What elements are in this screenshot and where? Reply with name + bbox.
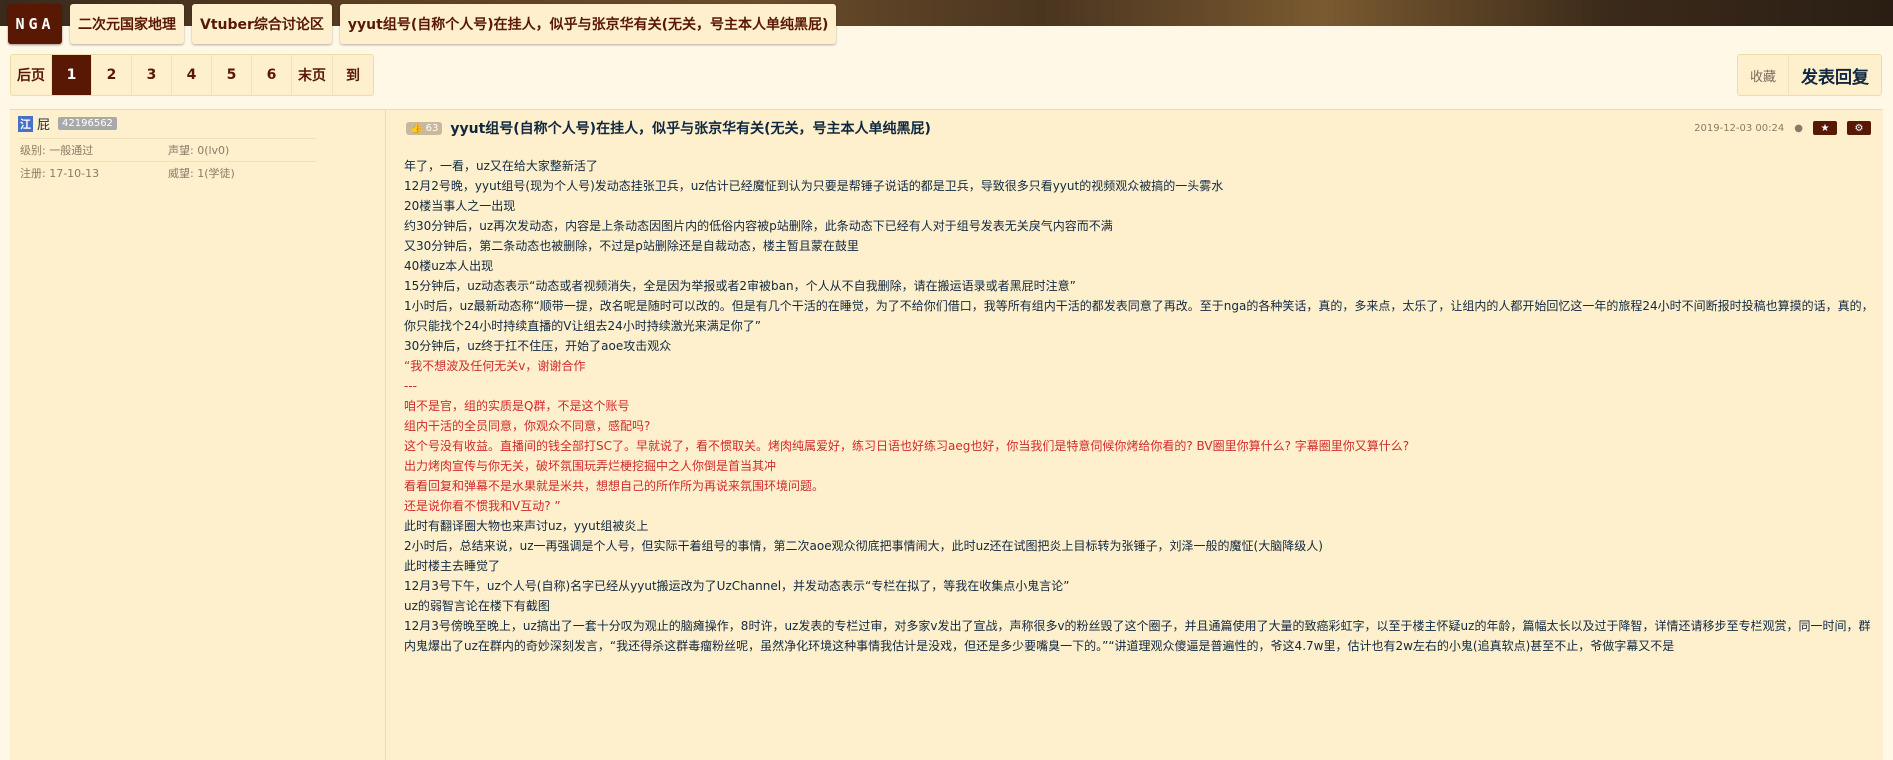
user-reputation: 声望: 0(lv0): [168, 144, 230, 157]
breadcrumb: NGA 二次元国家地理 Vtuber综合讨论区 yyut组号(自称个人号)在挂人…: [8, 4, 837, 44]
pager-page-3[interactable]: 3: [132, 55, 172, 95]
pager-page-4[interactable]: 4: [172, 55, 212, 95]
user-header: 江 屁 42196562: [18, 114, 117, 133]
user-level: 级别: 一般通过: [20, 144, 94, 157]
post-container: 江 屁 42196562 级别: 一般通过 声望: 0(lv0) 注册: 17-…: [10, 109, 1883, 760]
user-register-date: 注册: 17-10-13: [20, 167, 100, 180]
star-icon[interactable]: ★: [1813, 121, 1837, 135]
like-button[interactable]: 👍 63: [406, 121, 443, 135]
pager-last-button[interactable]: 末页: [292, 55, 333, 95]
post-text-line: 40楼uz本人出现: [404, 259, 494, 273]
like-count: 63: [425, 122, 439, 134]
post-text-line: 看看回复和弹幕不是水果就是米共，想想自己的所作所为再说来氛围环境问题。: [404, 479, 825, 493]
pager-prev-button[interactable]: 后页: [11, 55, 52, 95]
post-text-line: 20楼当事人之一出现: [404, 199, 516, 213]
post-text-line: 1小时后，uz最新动态称“顺带一提，改名呢是随时可以改的。但是有几个干活的在睡觉…: [404, 299, 1874, 333]
post-text-line: 此时有翻译圈大物也来声讨uz，yyut组被炎上: [404, 519, 649, 533]
post-text-line: 30分钟后，uz终于扛不住压，开始了aoe攻击观众: [404, 339, 672, 353]
user-stats-row: 注册: 17-10-13 威望: 1(学徒): [20, 161, 316, 184]
post-text-line: 12月2号晚，yyut组号(现为个人号)发动态挂张卫兵，uz估计已经魔怔到认为只…: [404, 179, 1224, 193]
post-text-line: 组内干活的全员同意，你观众不同意，感配吗?: [404, 419, 651, 433]
pager-page-1[interactable]: 1: [52, 55, 92, 95]
post-time: 2019-12-03 00:24: [1694, 122, 1785, 134]
post-title: yyut组号(自称个人号)在挂人，似乎与张京华有关(无关，号主本人单纯黑屁): [450, 121, 931, 137]
post-text-line: 出力烤肉宣传与你无关，破坏氛围玩弄烂梗挖掘中之人你倒是首当其冲: [404, 459, 777, 473]
post-text-line: 2小时后，总结来说，uz一再强调是个人号，但实际干着组号的事情，第二次aoe观众…: [404, 539, 1323, 553]
breadcrumb-thread-title[interactable]: yyut组号(自称个人号)在挂人，似乎与张京华有关(无关，号主本人单纯黑屁): [339, 4, 837, 44]
breadcrumb-forum-geo[interactable]: 二次元国家地理: [70, 4, 184, 44]
thread-actions: 收藏 发表回复: [1736, 54, 1882, 96]
reply-button[interactable]: 发表回复: [1789, 55, 1881, 95]
user-stats: 级别: 一般通过 声望: 0(lv0) 注册: 17-10-13 威望: 1(学…: [20, 138, 316, 184]
pager-goto-button[interactable]: 到: [333, 55, 373, 95]
post-header: 👍 63 yyut组号(自称个人号)在挂人，似乎与张京华有关(无关，号主本人单纯…: [406, 116, 1883, 140]
username-link[interactable]: 屁: [37, 114, 50, 133]
breadcrumb-forum-vtuber[interactable]: Vtuber综合讨论区: [192, 4, 332, 44]
ghost-icon[interactable]: ●: [1794, 123, 1803, 134]
pager-page-5[interactable]: 5: [212, 55, 252, 95]
pager-page-2[interactable]: 2: [92, 55, 132, 95]
user-id: 42196562: [58, 117, 117, 130]
post-body: 年了，一看，uz又在给大家整新活了 12月2号晚，yyut组号(现为个人号)发动态…: [404, 156, 1875, 656]
gear-icon[interactable]: ⚙: [1847, 121, 1871, 135]
post-text-line: 年了，一看，uz又在给大家整新活了: [404, 159, 598, 173]
post-text-line: 12月3号傍晚至晚上，uz搞出了一套十分叹为观止的脑瘫操作，8时许，uz发表的专…: [404, 619, 1871, 653]
user-prestige: 威望: 1(学徒): [168, 167, 235, 180]
post-text-line: 约30分钟后，uz再次发动态，内容是上条动态因图片内的低俗内容被p站删除，此条动…: [404, 219, 1113, 233]
post-text-line: ---: [404, 379, 417, 393]
post-meta: 2019-12-03 00:24 ● ★ ⚙: [1694, 116, 1871, 140]
pager-page-6[interactable]: 6: [252, 55, 292, 95]
post-text-line: 15分钟后，uz动态表示“动态或者视频消失，全是因为举报或者2审被ban，个人从…: [404, 279, 1076, 293]
post-text-line: 咱不是官，组的实质是Q群，不是这个账号: [404, 399, 630, 413]
post-text-line: 此时楼主去睡觉了: [404, 559, 501, 573]
post-text-line: 又30分钟后，第二条动态也被删除，不过是p站删除还是自裁动态，楼主暂且蒙在鼓里: [404, 239, 859, 253]
post-text-line: 12月3号下午，uz个人号(自称)名字已经从yyut搬运改为了UzChannel…: [404, 579, 1070, 593]
user-stats-row: 级别: 一般通过 声望: 0(lv0): [20, 138, 316, 161]
user-badge: 江: [18, 115, 33, 132]
user-info-panel: 江 屁 42196562 级别: 一般通过 声望: 0(lv0) 注册: 17-…: [10, 110, 386, 760]
post-text-line: “我不想波及任何无关v，谢谢合作: [404, 359, 586, 373]
pagination: 后页 1 2 3 4 5 6 末页 到: [10, 54, 374, 96]
nga-logo[interactable]: NGA: [8, 4, 62, 44]
post-text-line: uz的弱智言论在楼下有截图: [404, 599, 550, 613]
post-content-area: 👍 63 yyut组号(自称个人号)在挂人，似乎与张京华有关(无关，号主本人单纯…: [394, 110, 1883, 760]
thumbs-up-icon: 👍: [410, 122, 423, 134]
post-text-line: 这个号没有收益。直播间的钱全部打SC了。早就说了，看不惯取关。烤肉纯属爱好，练习…: [404, 439, 1410, 453]
post-text-line: 还是说你看不惯我和V互动? ”: [404, 499, 561, 513]
favorite-button[interactable]: 收藏: [1738, 55, 1789, 95]
